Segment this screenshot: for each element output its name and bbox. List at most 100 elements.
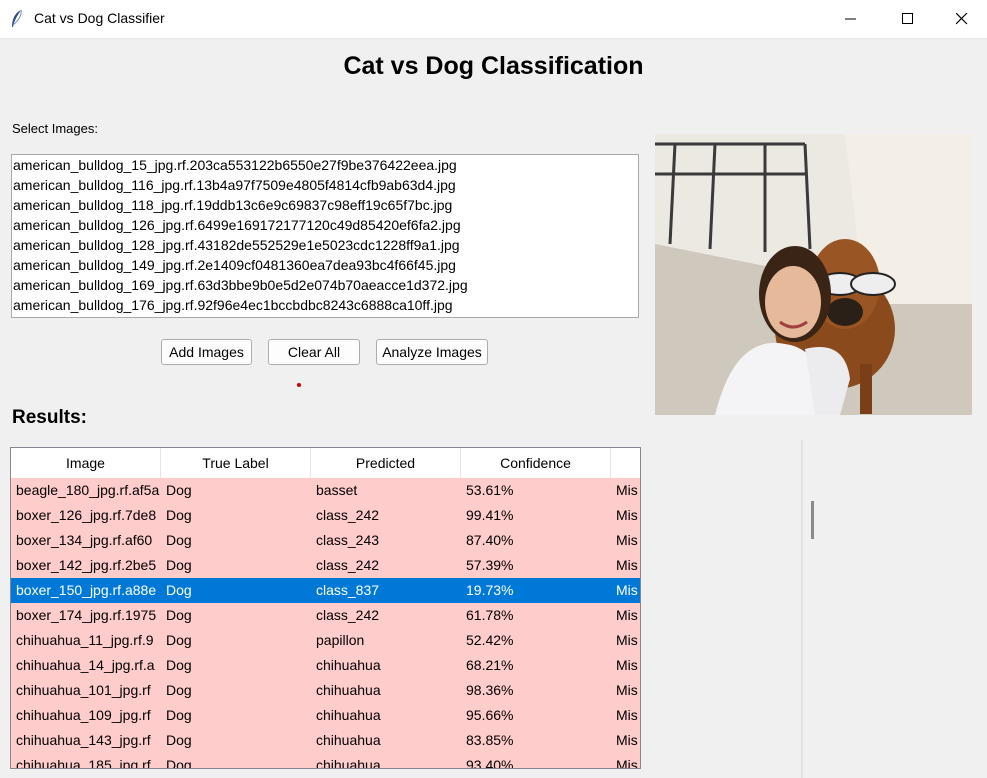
cell-true-label: Dog — [166, 607, 192, 623]
cell-image: boxer_126_jpg.rf.7de8 — [16, 507, 157, 523]
cell-status: Mis — [616, 657, 638, 673]
image-preview — [655, 134, 972, 415]
table-header: Image True Label Predicted Confidence — [11, 448, 640, 478]
clear-all-button[interactable]: Clear All — [268, 339, 360, 365]
results-label: Results: — [12, 407, 87, 428]
cell-true-label: Dog — [166, 707, 192, 723]
cell-true-label: Dog — [166, 532, 192, 548]
cell-true-label: Dog — [166, 657, 192, 673]
table-row[interactable]: boxer_134_jpg.rf.af60 Dog class_243 87.40% M… — [11, 528, 640, 553]
cell-image: chihuahua_101_jpg.rf — [16, 682, 151, 698]
file-list-item[interactable]: american_bulldog_149_jpg.rf.2e1409cf0481… — [12, 255, 638, 275]
table-row[interactable]: boxer_142_jpg.rf.2be5 Dog class_242 57.39% M… — [11, 553, 640, 578]
maximize-button[interactable] — [879, 0, 937, 38]
file-list-item[interactable]: american_bulldog_128_jpg.rf.43182de55252… — [12, 235, 638, 255]
cell-status: Mis — [616, 557, 638, 573]
cell-confidence: 53.61% — [466, 482, 514, 498]
column-header-image[interactable]: Image — [11, 448, 161, 478]
file-list-item[interactable]: american_bulldog_176_jpg.rf.92f96e4ec1bc… — [12, 295, 638, 315]
table-row[interactable]: beagle_180_jpg.rf.af5a Dog basset 53.61% Mis — [11, 478, 640, 503]
file-list-item[interactable]: american_bulldog_126_jpg.rf.6499e1691721… — [12, 215, 638, 235]
cell-true-label: Dog — [166, 582, 192, 598]
minimize-button[interactable] — [822, 0, 880, 38]
cell-predicted: papillon — [316, 632, 365, 648]
table-row[interactable]: boxer_126_jpg.rf.7de8 Dog class_242 99.41% M… — [11, 503, 640, 528]
cell-true-label: Dog — [166, 757, 192, 769]
cell-status: Mis — [616, 757, 638, 769]
window-title: Cat vs Dog Classifier — [34, 10, 165, 26]
cell-confidence: 19.73% — [466, 582, 514, 598]
cell-confidence: 57.39% — [466, 557, 514, 573]
cell-status: Mis — [616, 507, 638, 523]
cell-image: chihuahua_11_jpg.rf.9 — [16, 632, 154, 648]
cell-confidence: 61.78% — [466, 607, 514, 623]
cell-status: Mis — [616, 482, 638, 498]
cell-confidence: 95.66% — [466, 707, 514, 723]
cell-image: boxer_134_jpg.rf.af60 — [16, 532, 153, 548]
table-row[interactable]: chihuahua_109_jpg.rf Dog chihuahua 95.66% Mi… — [11, 703, 640, 728]
select-images-label: Select Images: — [12, 121, 98, 136]
column-header-predicted[interactable]: Predicted — [311, 448, 461, 478]
table-body: beagle_180_jpg.rf.af5a Dog basset 53.61% Mis… — [11, 478, 640, 769]
cell-status: Mis — [616, 532, 638, 548]
table-row[interactable]: chihuahua_185_jpg.rf Dog chihuahua 93.40% Mi… — [11, 753, 640, 769]
cell-true-label: Dog — [166, 682, 192, 698]
add-images-button[interactable]: Add Images — [161, 339, 252, 365]
close-button[interactable] — [937, 0, 987, 38]
cell-status: Mis — [616, 707, 638, 723]
table-row[interactable]: boxer_174_jpg.rf.1975 Dog class_242 61.78% M… — [11, 603, 640, 628]
cell-confidence: 98.36% — [466, 682, 514, 698]
cell-confidence: 93.40% — [466, 757, 514, 769]
analyze-images-button[interactable]: Analyze Images — [376, 339, 488, 365]
cell-predicted: class_243 — [316, 532, 380, 548]
cell-predicted: chihuahua — [316, 732, 381, 748]
cell-confidence: 52.42% — [466, 632, 514, 648]
table-row[interactable]: chihuahua_11_jpg.rf.9 Dog papillon 52.42% Mi… — [11, 628, 640, 653]
pane-divider[interactable] — [801, 440, 803, 778]
column-header-true-label[interactable]: True Label — [161, 448, 311, 478]
feather-icon — [12, 9, 22, 27]
results-table[interactable]: Image True Label Predicted Confidence be… — [10, 447, 641, 769]
file-list-item[interactable]: american_bulldog_116_jpg.rf.13b4a97f7509… — [12, 175, 638, 195]
file-list-item[interactable]: american_bulldog_118_jpg.rf.19ddb13c6e9c… — [12, 195, 638, 215]
preview-photo — [655, 134, 972, 415]
file-listbox[interactable]: american_bulldog_15_jpg.rf.203ca553122b6… — [11, 154, 639, 318]
table-row[interactable]: boxer_150_jpg.rf.a88e Dog class_837 19.73% M… — [11, 578, 640, 603]
page-title: Cat vs Dog Classification — [343, 52, 644, 80]
table-row[interactable]: chihuahua_143_jpg.rf Dog chihuahua 83.85% Mi… — [11, 728, 640, 753]
cell-image: chihuahua_109_jpg.rf — [16, 707, 151, 723]
cell-image: boxer_142_jpg.rf.2be5 — [16, 557, 157, 573]
cell-true-label: Dog — [166, 557, 192, 573]
table-row[interactable]: chihuahua_101_jpg.rf Dog chihuahua 98.36% Mi… — [11, 678, 640, 703]
cell-image: chihuahua_14_jpg.rf.a — [16, 657, 155, 673]
cell-predicted: class_242 — [316, 557, 380, 573]
cell-predicted: class_242 — [316, 507, 380, 523]
file-list-item[interactable]: american_bulldog_15_jpg.rf.203ca553122b6… — [12, 155, 638, 175]
cell-image: chihuahua_185_jpg.rf — [16, 757, 151, 769]
column-header-status[interactable] — [611, 448, 640, 478]
scrollbar-thumb[interactable] — [811, 501, 814, 539]
title-bar: Cat vs Dog Classifier — [0, 0, 987, 39]
cell-predicted: chihuahua — [316, 682, 381, 698]
table-row[interactable]: chihuahua_14_jpg.rf.a Dog chihuahua 68.21% M… — [11, 653, 640, 678]
cell-status: Mis — [616, 682, 638, 698]
cell-true-label: Dog — [166, 632, 192, 648]
column-header-confidence[interactable]: Confidence — [461, 448, 611, 478]
cell-true-label: Dog — [166, 732, 192, 748]
cell-status: Mis — [616, 607, 638, 623]
cell-confidence: 87.40% — [466, 532, 514, 548]
cell-confidence: 68.21% — [466, 657, 514, 673]
cell-confidence: 99.41% — [466, 507, 514, 523]
cell-predicted: class_242 — [316, 607, 380, 623]
cell-status: Mis — [616, 632, 638, 648]
cell-image: chihuahua_143_jpg.rf — [16, 732, 151, 748]
cell-predicted: basset — [316, 482, 358, 498]
cell-confidence: 83.85% — [466, 732, 514, 748]
cell-image: beagle_180_jpg.rf.af5a — [16, 482, 160, 498]
cell-image: boxer_150_jpg.rf.a88e — [16, 582, 157, 598]
cell-status: Mis — [616, 582, 638, 598]
file-list-item[interactable]: american_bulldog_169_jpg.rf.63d3bbe9b0e5… — [12, 275, 638, 295]
cell-image: boxer_174_jpg.rf.1975 — [16, 607, 157, 623]
close-icon — [956, 13, 968, 25]
cell-true-label: Dog — [166, 507, 192, 523]
